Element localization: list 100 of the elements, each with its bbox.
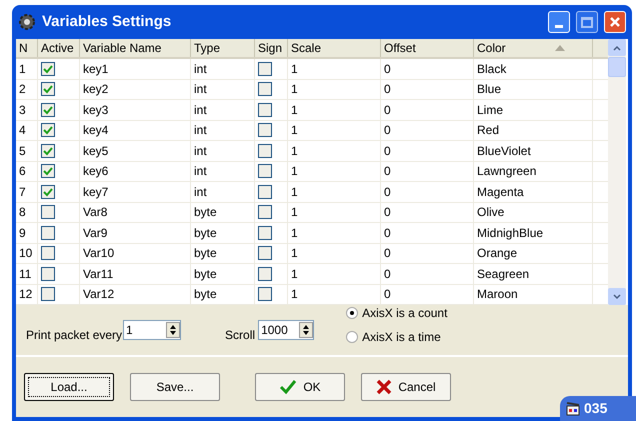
table-cell: 3: [16, 100, 38, 120]
checkbox[interactable]: [41, 226, 55, 240]
ok-button[interactable]: OK: [255, 373, 345, 401]
radio-label: AxisX is a time: [362, 329, 441, 346]
table-cell: int: [191, 59, 255, 78]
table-cell: Black: [474, 59, 593, 78]
clapperboard-icon: [566, 402, 580, 416]
table-cell: 0: [381, 223, 474, 242]
table-cell: Var8: [80, 202, 191, 222]
table-cell: Seagreen: [474, 264, 593, 284]
column-header[interactable]: Active: [38, 39, 80, 57]
cancel-button[interactable]: Cancel: [361, 373, 451, 401]
column-header[interactable]: Offset: [381, 39, 474, 57]
table-cell: 0: [381, 202, 474, 222]
table-cell: Lawngreen: [474, 162, 593, 181]
checkbox[interactable]: [258, 62, 272, 76]
checkbox[interactable]: [41, 144, 55, 158]
checkbox[interactable]: [258, 102, 272, 117]
table-cell: 6: [16, 162, 38, 181]
checkbox[interactable]: [41, 123, 55, 138]
table-cell: int: [191, 141, 255, 160]
taskbar-item[interactable]: 035: [560, 396, 636, 421]
table-cell: int: [191, 100, 255, 120]
table-cell: Olive: [474, 202, 593, 222]
scroll-label: Scroll: [225, 327, 256, 344]
checkbox[interactable]: [41, 62, 55, 76]
minimize-button[interactable]: [548, 11, 570, 33]
table-cell: byte: [191, 223, 255, 242]
table-cell: byte: [191, 284, 255, 304]
table-cell: 1: [16, 59, 38, 78]
checkbox[interactable]: [41, 164, 55, 178]
column-header[interactable]: Type: [191, 39, 255, 57]
table-cell: Blue: [474, 80, 593, 99]
column-header[interactable]: Variable Name: [80, 39, 191, 57]
column-header[interactable]: Scale: [288, 39, 381, 57]
checkbox[interactable]: [41, 246, 55, 260]
chevron-down-icon: [613, 294, 621, 300]
radio-label: AxisX is a count: [362, 305, 448, 322]
checkbox[interactable]: [258, 246, 272, 260]
table-cell: 7: [16, 182, 38, 202]
radio-button[interactable]: [346, 307, 358, 319]
table-cell: 11: [16, 264, 38, 284]
table-cell: byte: [191, 264, 255, 284]
checkbox[interactable]: [41, 102, 55, 117]
checkbox[interactable]: [41, 287, 55, 302]
table-cell: BlueViolet: [474, 141, 593, 160]
table-cell: 1: [288, 284, 381, 304]
checkbox[interactable]: [258, 123, 272, 138]
table-cell: key7: [80, 182, 191, 202]
close-icon: [609, 16, 621, 28]
checkbox[interactable]: [41, 82, 55, 96]
table-cell: 1: [288, 223, 381, 242]
checkbox[interactable]: [258, 82, 272, 96]
table-cell: key5: [80, 141, 191, 160]
checkbox[interactable]: [41, 266, 55, 281]
checkbox[interactable]: [258, 205, 272, 220]
table-cell: 0: [381, 59, 474, 78]
checkbox[interactable]: [258, 164, 272, 178]
print-packet-spinbox[interactable]: 1: [123, 320, 182, 340]
table-cell: 1: [288, 264, 381, 284]
scroll-spinbox[interactable]: 1000: [258, 320, 314, 340]
column-header[interactable]: Color: [474, 39, 593, 57]
table-cell: 1: [288, 202, 381, 222]
table-cell: 9: [16, 223, 38, 242]
table-cell: key4: [80, 120, 191, 140]
load-button[interactable]: Load...: [24, 373, 114, 401]
window-title: Variables Settings: [42, 12, 172, 32]
table-cell: Red: [474, 120, 593, 140]
table-cell: byte: [191, 202, 255, 222]
column-header[interactable]: Sign: [255, 39, 288, 57]
checkbox[interactable]: [258, 226, 272, 240]
radio-button[interactable]: [346, 331, 358, 343]
close-button[interactable]: [604, 11, 626, 33]
table-cell: 2: [16, 80, 38, 99]
checkbox[interactable]: [41, 205, 55, 220]
save-button[interactable]: Save...: [130, 373, 220, 401]
checkbox[interactable]: [41, 184, 55, 199]
table-cell: key3: [80, 100, 191, 120]
spin-arrows-icon[interactable]: [302, 323, 310, 337]
table-cell: Var12: [80, 284, 191, 304]
checkbox[interactable]: [258, 184, 272, 199]
table-cell: 1: [288, 80, 381, 99]
scrollbar-thumb[interactable]: [608, 57, 626, 77]
table-cell: int: [191, 162, 255, 181]
scrollbar[interactable]: [608, 39, 626, 305]
table-cell: Magenta: [474, 182, 593, 202]
print-packet-label: Print packet every: [26, 327, 122, 344]
checkbox[interactable]: [258, 144, 272, 158]
table-cell: byte: [191, 244, 255, 263]
gear-icon: [18, 13, 36, 31]
table-cell: 0: [381, 100, 474, 120]
table-cell: int: [191, 120, 255, 140]
column-header[interactable]: N: [16, 39, 38, 57]
checkbox[interactable]: [258, 266, 272, 281]
checkbox[interactable]: [258, 287, 272, 302]
table-cell: 12: [16, 284, 38, 304]
table-cell: 5: [16, 141, 38, 160]
spin-arrows-icon[interactable]: [169, 323, 178, 337]
table-cell: Lime: [474, 100, 593, 120]
maximize-button[interactable]: [576, 11, 598, 33]
